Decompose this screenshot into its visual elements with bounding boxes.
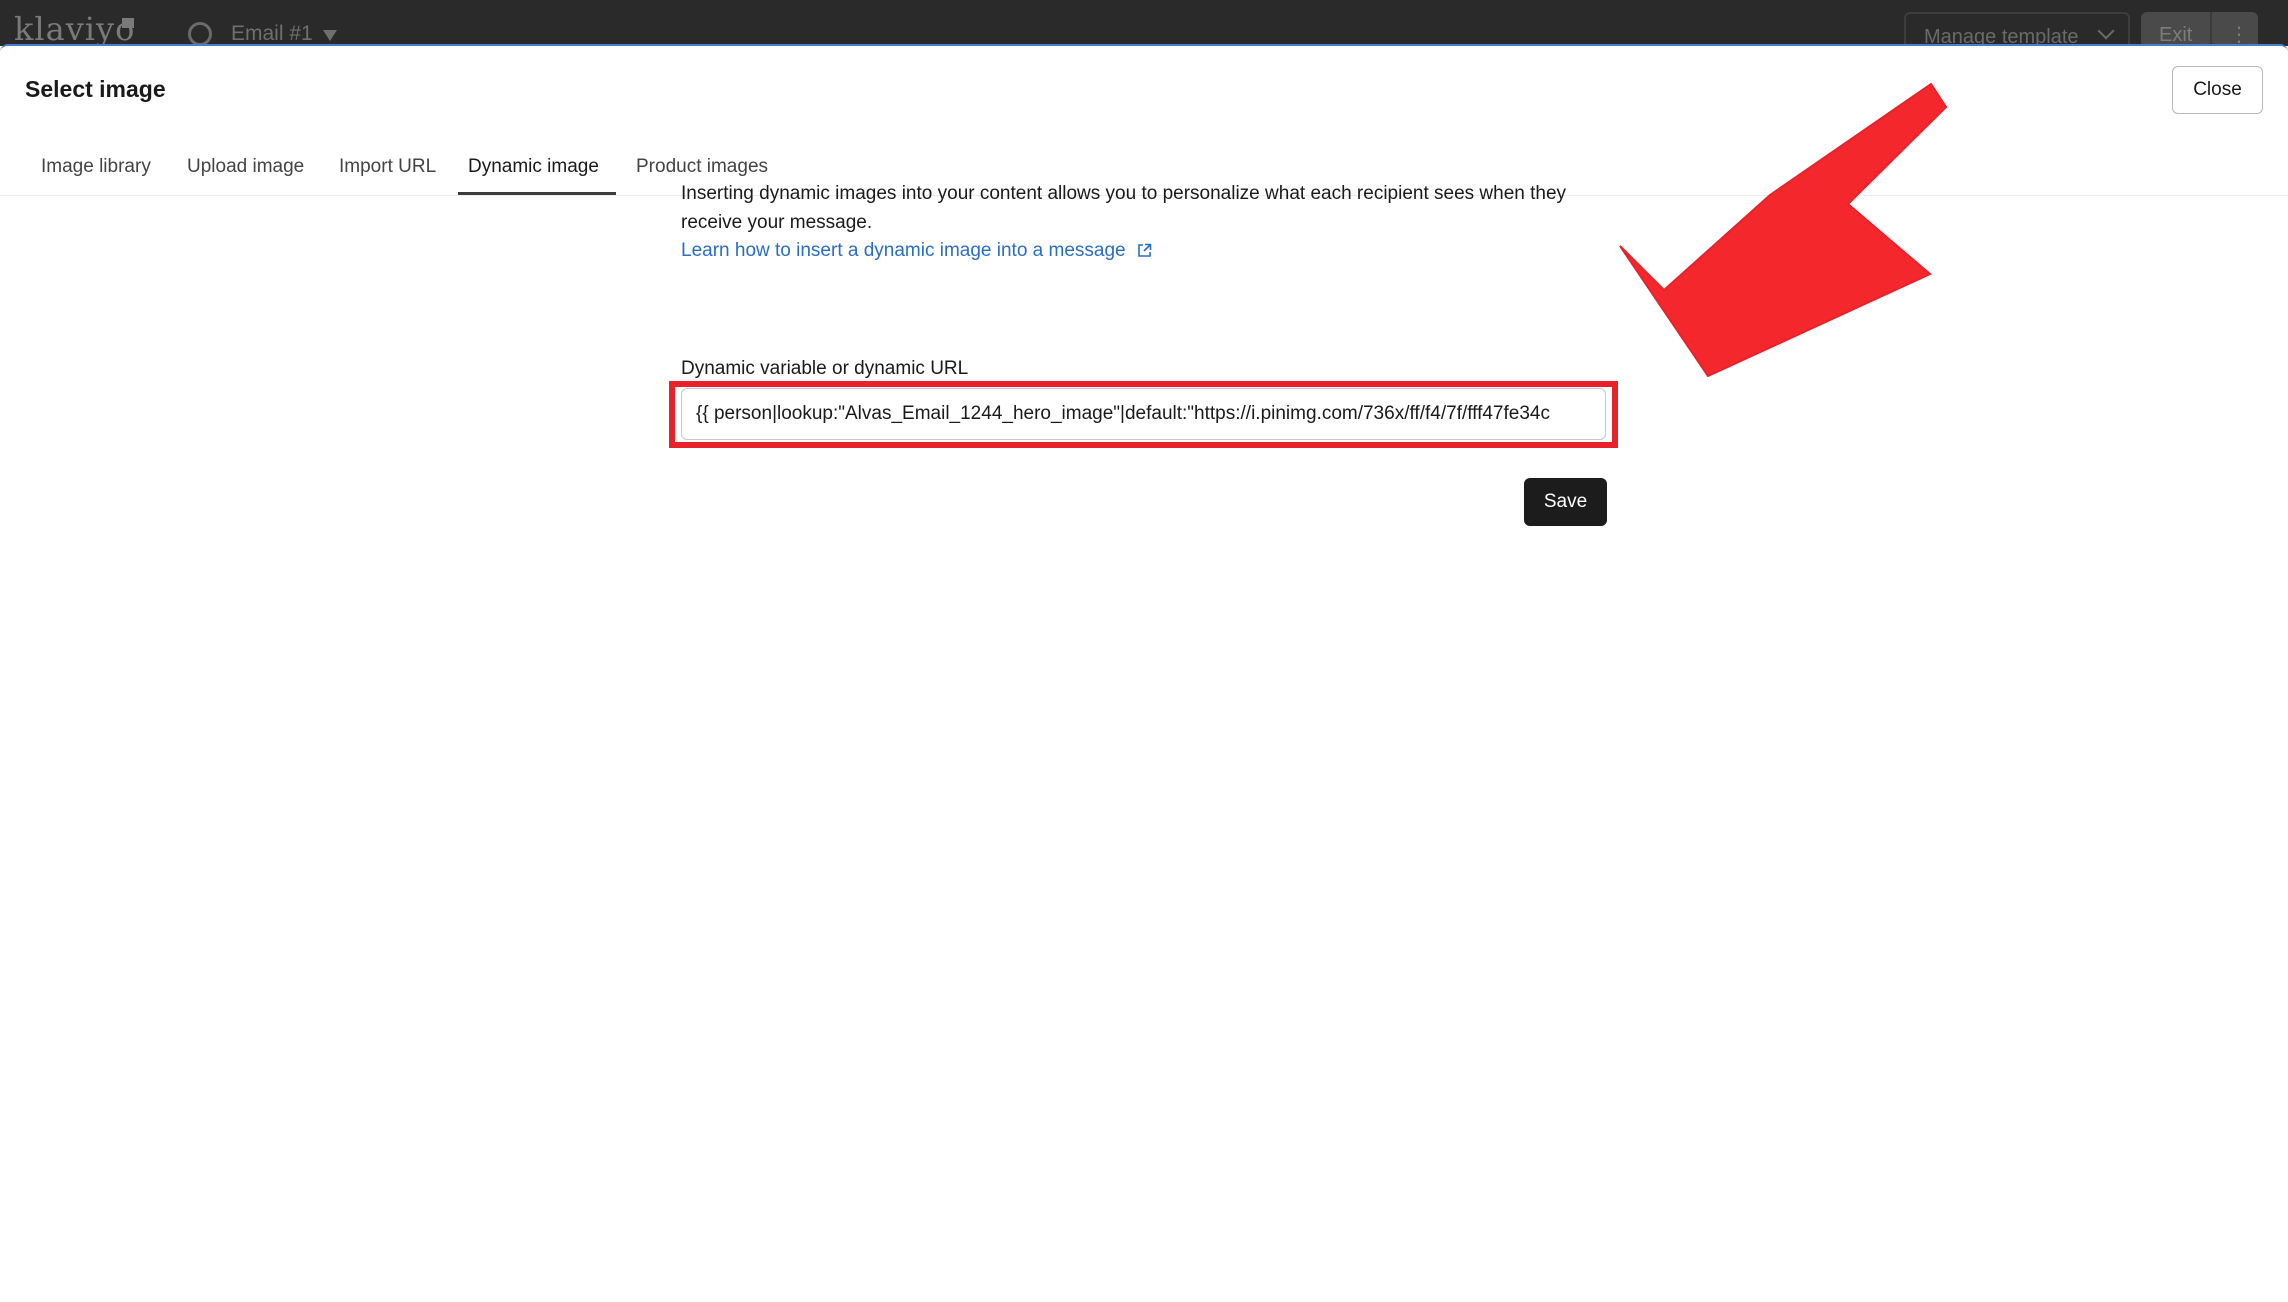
- caret-down-icon[interactable]: [323, 30, 337, 41]
- exit-label: Exit: [2159, 24, 2193, 46]
- chevron-down-icon: [2097, 22, 2115, 40]
- exit-divider: [2210, 12, 2212, 46]
- tab-upload-image[interactable]: Upload image: [187, 156, 304, 178]
- save-button[interactable]: Save: [1524, 478, 1607, 526]
- email-title[interactable]: Email #1: [231, 22, 313, 46]
- exit-button[interactable]: Exit ⋮: [2141, 12, 2258, 46]
- learn-more-link-label: Learn how to insert a dynamic image into…: [681, 240, 1126, 261]
- dynamic-url-label: Dynamic variable or dynamic URL: [681, 358, 969, 379]
- modal-title: Select image: [25, 76, 166, 102]
- tab-import-url[interactable]: Import URL: [339, 156, 436, 178]
- manage-template-button[interactable]: Manage template: [1904, 12, 2130, 46]
- external-link-icon: [1137, 242, 1152, 257]
- tab-dynamic-image[interactable]: Dynamic image: [468, 156, 599, 178]
- red-arrow-icon: [1619, 82, 1948, 378]
- tab-image-library[interactable]: Image library: [41, 156, 151, 178]
- tab-product-images[interactable]: Product images: [636, 156, 768, 178]
- status-check-icon: [188, 22, 212, 46]
- dynamic-image-description: Inserting dynamic images into your conte…: [681, 183, 1567, 233]
- dynamic-url-input[interactable]: [681, 388, 1606, 440]
- learn-more-link[interactable]: Learn how to insert a dynamic image into…: [681, 240, 1152, 262]
- close-button[interactable]: Close: [2172, 66, 2263, 114]
- more-options-icon[interactable]: ⋮: [2229, 22, 2249, 46]
- logo-flag-icon: [122, 18, 134, 28]
- klaviyo-logo: klaviyo: [14, 10, 136, 46]
- app-header: klaviyo Email #1 Manage template Exit ⋮: [0, 0, 2288, 46]
- manage-template-label: Manage template: [1924, 26, 2079, 46]
- active-tab-indicator: [458, 192, 616, 195]
